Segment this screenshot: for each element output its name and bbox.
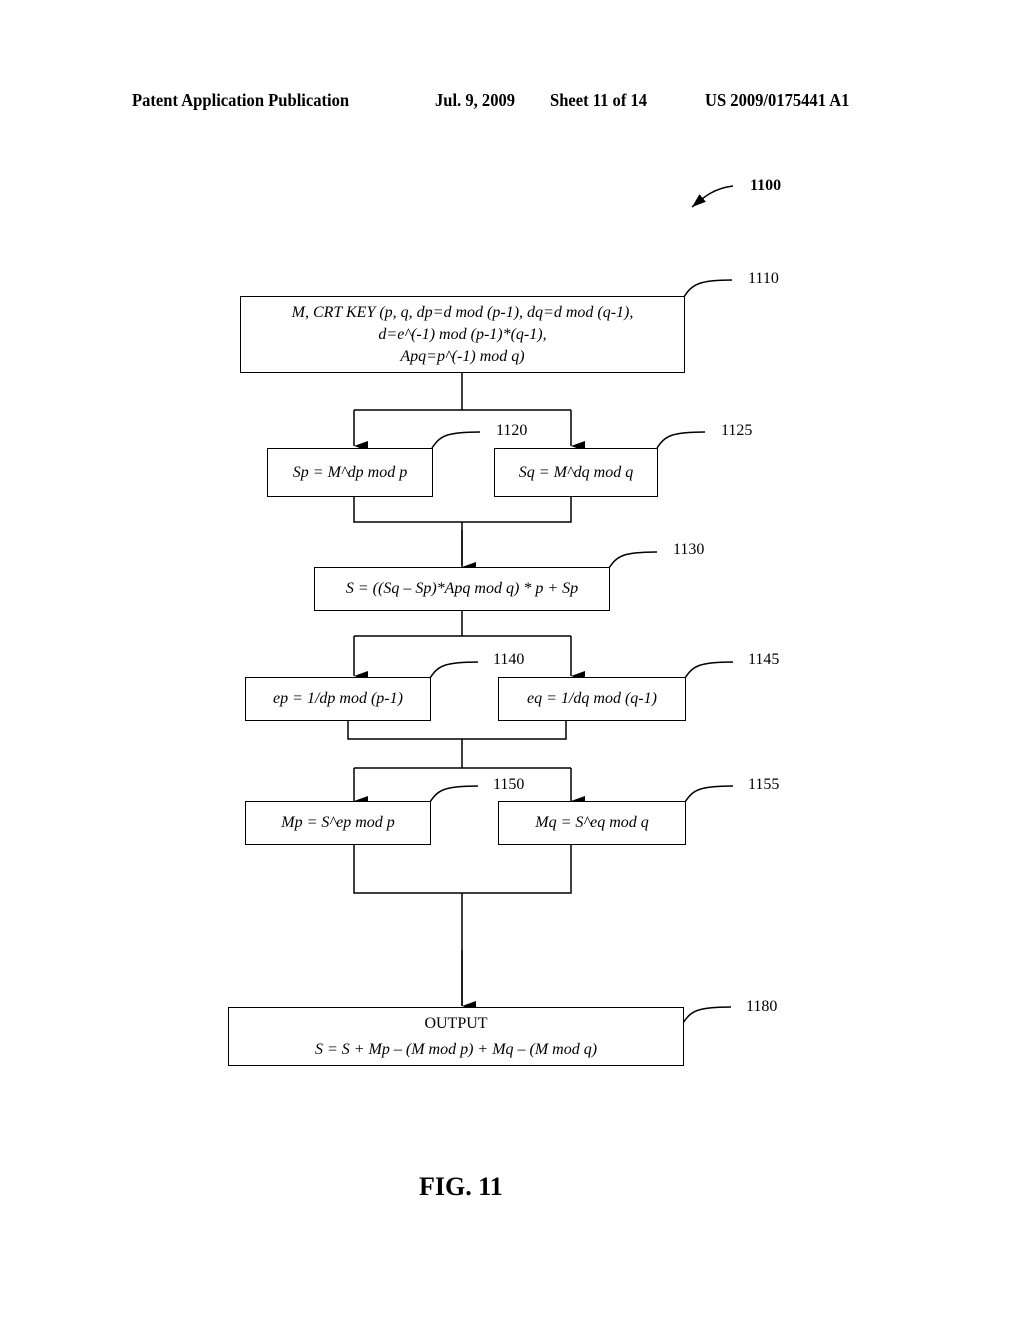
step-1145-ref: 1145 [748, 651, 780, 668]
step-1110-line-2: d=e^(-1) mod (p-1)*(q-1), [378, 325, 547, 343]
step-1120-text: Sp = M^dp mod p [292, 463, 408, 481]
step-1150-ref: 1150 [493, 776, 525, 793]
step-1145-box: eq = 1/dq mod (q-1) [498, 677, 686, 721]
figure-ref-1100: 1100 [750, 177, 782, 194]
step-1150-text: Mp = S^ep mod p [281, 814, 395, 831]
step-1125-ref: 1125 [721, 422, 753, 439]
step-1150-box: Mp = S^ep mod p [245, 801, 431, 845]
step-1180-formula: S = S + Mp – (M mod p) + Mq – (M mod q) [314, 1040, 598, 1058]
step-1130-ref: 1130 [673, 541, 705, 558]
step-1120-ref: 1120 [496, 422, 528, 439]
step-1155-text: Mq = S^eq mod q [535, 814, 649, 831]
step-1120-box: Sp = M^dp mod p [267, 448, 433, 497]
step-1130-text: S = ((Sq – Sp)*Apq mod q) * p + Sp [345, 580, 579, 597]
figure-label: FIG. 11 [419, 1172, 503, 1201]
step-1125-box: Sq = M^dq mod q [494, 448, 658, 497]
step-1180-box: OUTPUT S = S + Mp – (M mod p) + Mq – (M … [228, 1007, 684, 1066]
figure-pointer-arrow [691, 185, 734, 208]
step-1110-line-1: M, CRT KEY (p, q, dp=d mod (p-1), dq=d m… [291, 303, 634, 321]
step-1145-text: eq = 1/dq mod (q-1) [527, 690, 657, 707]
step-1110-ref: 1110 [748, 270, 779, 287]
step-1155-box: Mq = S^eq mod q [498, 801, 686, 845]
step-1140-box: ep = 1/dp mod (p-1) [245, 677, 431, 721]
step-1180-ref: 1180 [746, 998, 778, 1015]
step-1110-box: M, CRT KEY (p, q, dp=d mod (p-1), dq=d m… [240, 296, 685, 373]
step-1140-text: ep = 1/dp mod (p-1) [273, 690, 403, 707]
step-1125-text: Sq = M^dq mod q [518, 463, 634, 481]
step-1155-ref: 1155 [748, 776, 780, 793]
step-1140-ref: 1140 [493, 651, 525, 668]
step-1110-line-3: Apq=p^(-1) mod q) [400, 347, 525, 365]
step-1130-box: S = ((Sq – Sp)*Apq mod q) * p + Sp [314, 567, 610, 611]
step-1180-title: OUTPUT [424, 1014, 488, 1032]
